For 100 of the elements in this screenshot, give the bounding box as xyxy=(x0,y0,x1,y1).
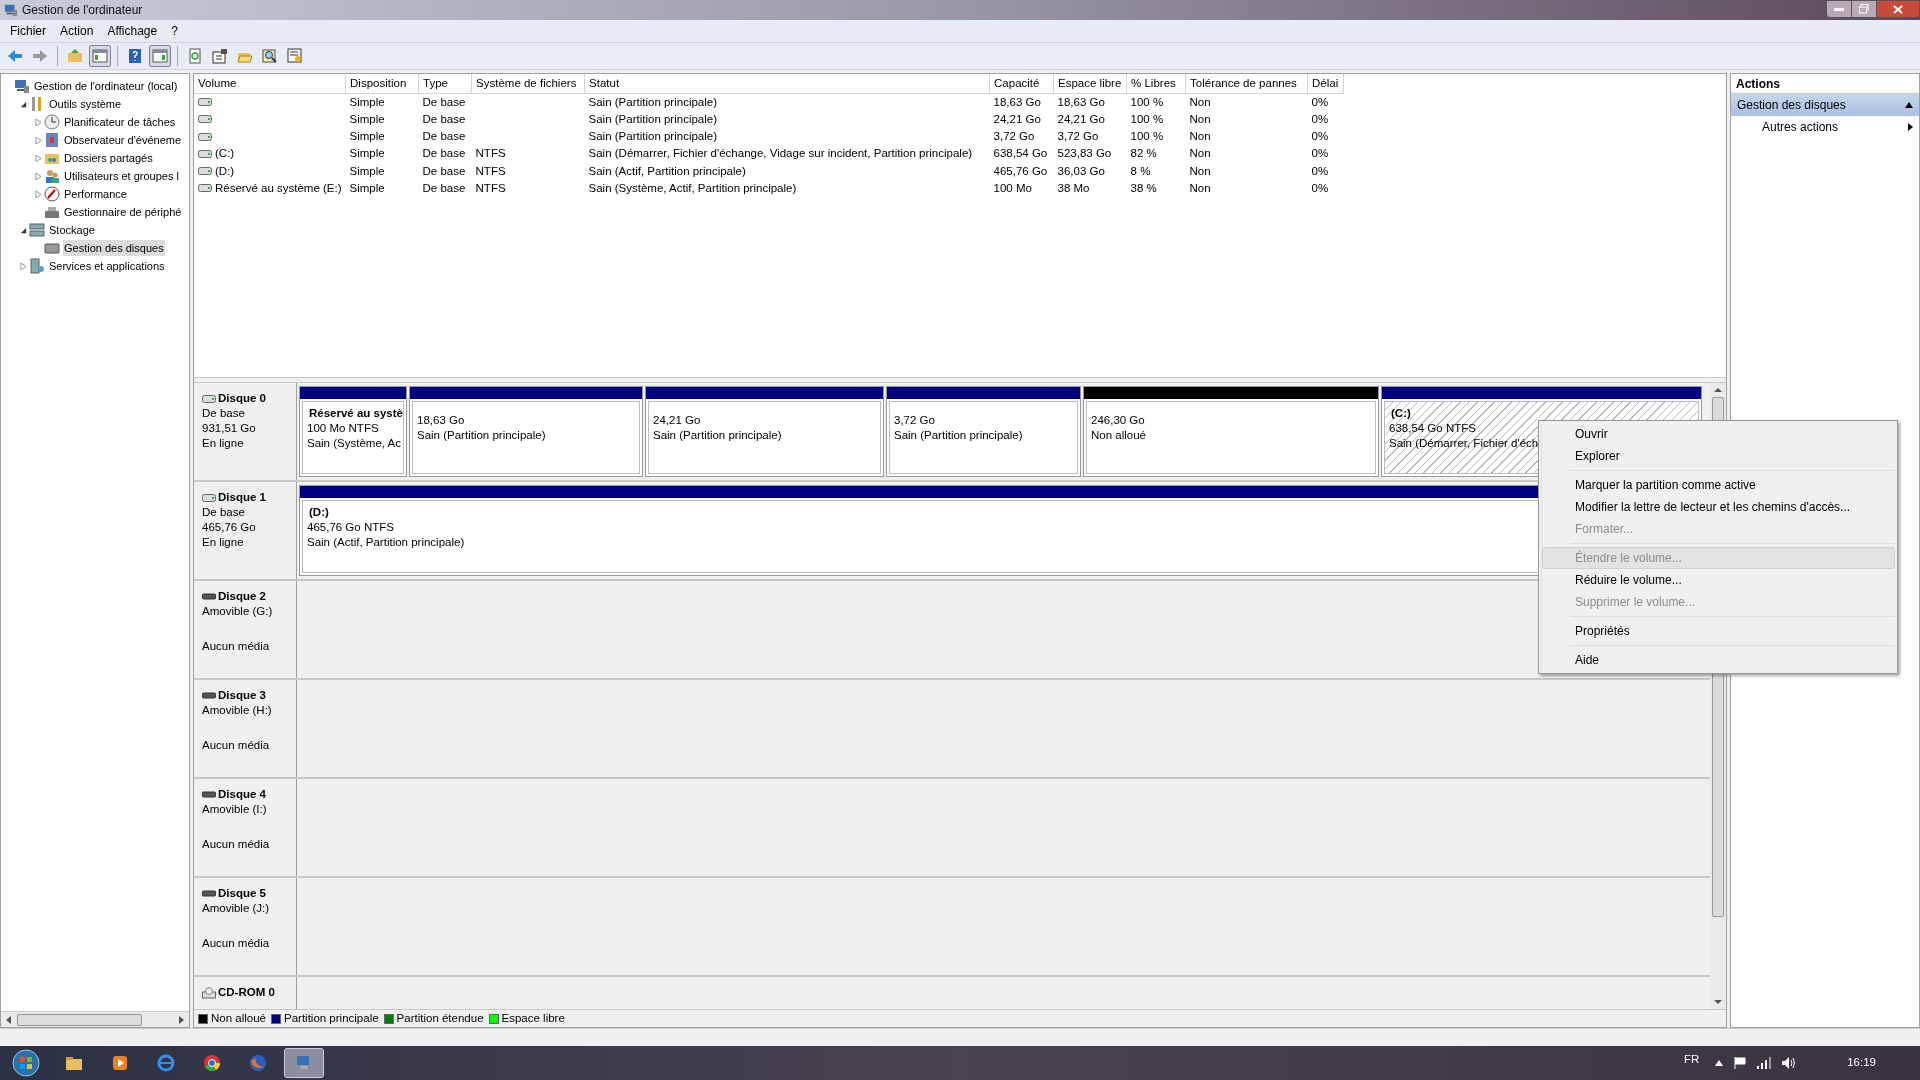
partition[interactable]: Réservé au systè 100 Mo NTFS Sain (Système, Ac xyxy=(299,386,407,477)
removable-drive-icon xyxy=(202,592,216,601)
help-icon xyxy=(127,48,143,64)
menu-item[interactable]: Affichage xyxy=(101,22,164,40)
table-cell: Non xyxy=(1189,112,1211,125)
properties-icon xyxy=(212,48,228,64)
column-header[interactable]: Espace libre xyxy=(1053,74,1127,93)
partition-size: 638,54 Go NTFS xyxy=(1389,421,1476,436)
column-header[interactable]: Disposition xyxy=(345,74,419,93)
menu-item[interactable]: ? xyxy=(165,22,184,40)
tree-item[interactable]: Gestion de l'ordinateur (local) xyxy=(33,77,179,95)
minimize-icon xyxy=(1834,7,1844,11)
partition-status: Non alloué xyxy=(1091,428,1146,443)
windows-logo-icon xyxy=(12,1049,40,1077)
table-cell: Simple xyxy=(349,130,385,142)
tree-item[interactable]: Dossiers partagés xyxy=(63,149,154,167)
table-cell: 0% xyxy=(1311,112,1329,125)
menu-item[interactable]: Fichier xyxy=(4,22,52,40)
partition[interactable]: 18,63 Go Sain (Partition principale) xyxy=(409,386,643,477)
partition-size: 465,76 Go NTFS xyxy=(307,520,394,535)
column-header[interactable]: Volume xyxy=(194,74,346,93)
toolbar-button[interactable] xyxy=(149,45,171,67)
column-header[interactable]: Capacité xyxy=(989,74,1054,93)
search-icon xyxy=(262,48,278,64)
partition-status: Sain (Démarrer, Fichier d'éch xyxy=(1389,436,1539,451)
speaker-icon xyxy=(1781,1056,1798,1070)
tree-item[interactable]: Services et applications xyxy=(48,257,166,275)
table-cell: De base xyxy=(422,112,466,125)
table-cell: Non xyxy=(1189,147,1211,160)
partition-status: Sain (Partition principale) xyxy=(417,428,546,443)
maximize-button[interactable] xyxy=(1852,0,1876,18)
action-link[interactable]: Autres actions xyxy=(1762,118,1839,136)
table-cell: 36,03 Go xyxy=(1057,164,1105,177)
table-cell: De base xyxy=(422,164,466,177)
horizontal-scrollbar[interactable] xyxy=(1,1011,189,1027)
table-cell: 638,54 Go xyxy=(993,147,1048,160)
table-cell: 0% xyxy=(1311,95,1329,108)
table-cell: Simple xyxy=(349,112,385,125)
column-header[interactable]: Tolérance de pannes xyxy=(1185,74,1308,93)
disk-name: Disque 1 xyxy=(218,490,266,505)
tree-item[interactable]: Performance xyxy=(63,185,128,203)
show-hidden-icons-icon xyxy=(1715,1060,1724,1066)
language-indicator[interactable]: FR xyxy=(1683,1051,1700,1069)
restore-icon xyxy=(1859,4,1869,14)
partition-title: Réservé au systè xyxy=(308,406,403,421)
disk-type: Amovible (H:) xyxy=(202,703,273,718)
table-cell: Sain (Démarrer, Fichier d'échange, Vidage sur incident, Partition principale) xyxy=(588,147,973,160)
column-header[interactable]: Type xyxy=(418,74,472,93)
column-header[interactable]: Système de fichiers xyxy=(471,74,585,93)
tree-item[interactable]: Utilisateurs et groupes l xyxy=(63,167,180,185)
drive-icon xyxy=(198,131,212,142)
table-cell: 18,63 Go xyxy=(993,95,1041,108)
table-cell: 18,63 Go xyxy=(1057,95,1105,108)
menu-item[interactable]: Propriétés xyxy=(1542,620,1895,642)
table-cell: 82 % xyxy=(1130,147,1157,160)
partition[interactable]: 24,21 Go Sain (Partition principale) xyxy=(645,386,884,477)
refresh-icon xyxy=(187,48,203,64)
disk-name: Disque 4 xyxy=(218,787,266,802)
tree-item[interactable]: Planificateur de tâches xyxy=(63,113,177,131)
drive-icon xyxy=(202,492,216,503)
actions-section-header[interactable]: Gestion des disques xyxy=(1731,94,1919,116)
table-cell: 24,21 Go xyxy=(993,112,1041,125)
table-cell: Simple xyxy=(349,181,385,194)
disk-status: Aucun média xyxy=(202,738,271,753)
disk-name: Disque 2 xyxy=(218,589,266,604)
column-header[interactable]: Statut xyxy=(584,74,990,93)
partition[interactable]: 3,72 Go Sain (Partition principale) xyxy=(886,386,1081,477)
legend-label: Espace libre xyxy=(501,1010,565,1026)
partition[interactable]: 246,30 Go Non alloué xyxy=(1083,386,1379,477)
browser-e-icon xyxy=(156,1053,176,1073)
toolbar-button[interactable] xyxy=(89,45,111,67)
disk-name: CD-ROM 0 xyxy=(218,985,275,1000)
menu-item[interactable]: Aide xyxy=(1542,649,1895,671)
services-icon xyxy=(29,258,45,274)
clock-time[interactable]: 16:19 xyxy=(1847,1054,1876,1072)
table-cell: 38 Mo xyxy=(1057,181,1090,194)
column-header[interactable]: Délai xyxy=(1307,74,1344,93)
tree-item[interactable]: Gestionnaire de périphé xyxy=(63,203,183,221)
column-header[interactable]: % Libres xyxy=(1126,74,1186,93)
table-cell: Non xyxy=(1189,95,1211,108)
users-icon xyxy=(44,168,60,184)
tree-item[interactable]: Gestion des disques xyxy=(63,239,165,257)
partition-size: 3,72 Go xyxy=(894,413,935,428)
disk-name: Disque 0 xyxy=(218,391,266,406)
flag-icon xyxy=(1733,1056,1748,1070)
tree-item[interactable]: Observateur d'événeme xyxy=(63,131,183,149)
tree-item[interactable]: Outils système xyxy=(48,95,123,113)
disk-type: De base xyxy=(202,505,246,520)
disk-status: Aucun média xyxy=(202,837,271,852)
partition-status: Sain (Système, Ac xyxy=(307,436,401,451)
minimize-button[interactable] xyxy=(1826,0,1852,18)
pane-toggle-icon xyxy=(92,48,108,64)
menu-item[interactable]: Action xyxy=(54,22,100,40)
up-folder-icon xyxy=(67,48,83,64)
removable-drive-icon xyxy=(202,790,216,799)
computer-icon xyxy=(14,78,30,94)
close-button[interactable] xyxy=(1876,0,1920,18)
tree-item[interactable]: Stockage xyxy=(48,221,96,239)
table-cell: 3,72 Go xyxy=(993,130,1035,142)
disk-status: Aucun média xyxy=(202,936,271,951)
